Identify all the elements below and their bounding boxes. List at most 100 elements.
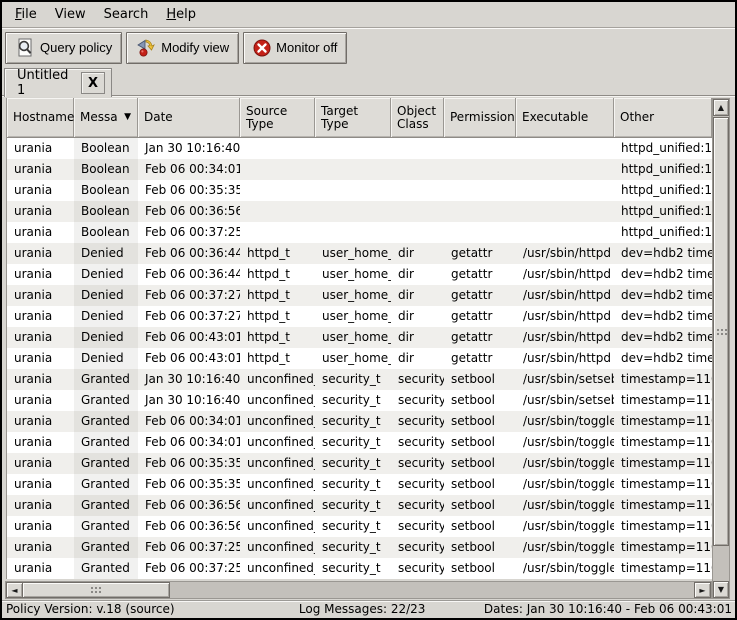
table-cell: Feb 06 00:37:27 bbox=[138, 306, 240, 327]
table-cell: urania bbox=[7, 222, 74, 243]
table-cell: dir bbox=[391, 306, 444, 327]
table-cell: Granted bbox=[74, 432, 138, 453]
table-cell: timestamp=11071 bbox=[614, 369, 712, 390]
table-row[interactable]: uraniaGrantedFeb 06 00:35:35unconfined_s… bbox=[7, 453, 712, 474]
menu-help[interactable]: Help bbox=[157, 4, 205, 25]
table-cell: urania bbox=[7, 474, 74, 495]
horizontal-scrollbar-thumb[interactable] bbox=[22, 582, 170, 598]
menu-file[interactable]: File bbox=[6, 4, 46, 25]
menu-view[interactable]: View bbox=[46, 4, 95, 25]
table-row[interactable]: uraniaGrantedFeb 06 00:37:25unconfined_s… bbox=[7, 537, 712, 558]
table-cell: security bbox=[391, 369, 444, 390]
tab-close-button[interactable]: X bbox=[81, 72, 105, 94]
table-cell: Boolean bbox=[74, 180, 138, 201]
thumb-grip bbox=[91, 587, 93, 589]
table-cell: user_home_ bbox=[315, 327, 391, 348]
table-row[interactable]: uraniaGrantedFeb 06 00:36:56unconfined_s… bbox=[7, 516, 712, 537]
table-cell: security_t bbox=[315, 474, 391, 495]
table-row[interactable]: uraniaDeniedFeb 06 00:43:01httpd_tuser_h… bbox=[7, 327, 712, 348]
table-cell: Feb 06 00:35:35 bbox=[138, 474, 240, 495]
table-cell: dev=hdb2 timesta bbox=[614, 285, 712, 306]
table-cell: urania bbox=[7, 306, 74, 327]
column-header-source-type[interactable]: Source Type bbox=[240, 98, 315, 137]
table-row[interactable]: uraniaGrantedJan 30 10:16:40unconfined_s… bbox=[7, 390, 712, 411]
table-row[interactable]: uraniaGrantedFeb 06 00:34:01unconfined_s… bbox=[7, 411, 712, 432]
horizontal-scrollbar[interactable]: ◄ ► bbox=[5, 581, 712, 599]
table-cell: dev=hdb2 timesta bbox=[614, 348, 712, 369]
table-cell: Granted bbox=[74, 537, 138, 558]
table-row[interactable]: uraniaDeniedFeb 06 00:36:44httpd_tuser_h… bbox=[7, 264, 712, 285]
table-cell: Jan 30 10:16:40 bbox=[138, 390, 240, 411]
table-row[interactable]: uraniaGrantedFeb 06 00:34:01unconfined_s… bbox=[7, 432, 712, 453]
table-cell: httpd_t bbox=[240, 348, 315, 369]
table-cell: unconfined_ bbox=[240, 558, 315, 579]
table-row[interactable]: uraniaDeniedFeb 06 00:36:44httpd_tuser_h… bbox=[7, 243, 712, 264]
table-cell: httpd_t bbox=[240, 285, 315, 306]
table-row[interactable]: uraniaBooleanFeb 06 00:37:25httpd_unifie… bbox=[7, 222, 712, 243]
column-header-permission[interactable]: Permission bbox=[444, 98, 516, 137]
table-cell: /usr/sbin/toggle bbox=[516, 558, 614, 579]
table-cell: Granted bbox=[74, 558, 138, 579]
modify-view-button[interactable]: Modify view bbox=[126, 32, 239, 64]
scroll-left-icon: ◄ bbox=[11, 586, 17, 595]
table-row[interactable]: uraniaGrantedFeb 06 00:35:35unconfined_s… bbox=[7, 474, 712, 495]
column-header-executable[interactable]: Executable bbox=[516, 98, 614, 137]
column-header-date[interactable]: Date bbox=[138, 98, 240, 137]
vertical-scrollbar-thumb[interactable] bbox=[713, 117, 729, 546]
table-cell: dir bbox=[391, 264, 444, 285]
table-row[interactable]: uraniaDeniedFeb 06 00:37:27httpd_tuser_h… bbox=[7, 285, 712, 306]
column-header-message[interactable]: Messa▼ bbox=[74, 98, 138, 137]
table-cell: urania bbox=[7, 495, 74, 516]
scroll-down-button[interactable]: ▼ bbox=[713, 581, 729, 598]
table-row[interactable]: uraniaDeniedFeb 06 00:43:01httpd_tuser_h… bbox=[7, 348, 712, 369]
table-row[interactable]: uraniaBooleanFeb 06 00:36:56httpd_unifie… bbox=[7, 201, 712, 222]
table-row[interactable]: uraniaBooleanFeb 06 00:34:01httpd_unifie… bbox=[7, 159, 712, 180]
close-icon: X bbox=[88, 76, 98, 91]
table-cell bbox=[315, 159, 391, 180]
table-cell: setbool bbox=[444, 558, 516, 579]
table-cell: urania bbox=[7, 432, 74, 453]
table-cell: unconfined_ bbox=[240, 537, 315, 558]
table-row[interactable]: uraniaGrantedFeb 06 00:36:56unconfined_s… bbox=[7, 495, 712, 516]
vertical-scrollbar[interactable]: ▲ ▼ bbox=[712, 98, 730, 599]
table-row[interactable]: uraniaBooleanFeb 06 00:35:35httpd_unifie… bbox=[7, 180, 712, 201]
table-cell: Feb 06 00:36:56 bbox=[138, 201, 240, 222]
table-cell: dev=hdb2 timesta bbox=[614, 327, 712, 348]
query-policy-button[interactable]: Query policy bbox=[5, 32, 122, 64]
table-cell bbox=[391, 222, 444, 243]
scroll-up-button[interactable]: ▲ bbox=[713, 99, 729, 116]
table-cell: user_home_ bbox=[315, 348, 391, 369]
table-cell: setbool bbox=[444, 474, 516, 495]
table-cell: urania bbox=[7, 285, 74, 306]
scroll-left-button[interactable]: ◄ bbox=[6, 582, 23, 598]
table-cell: Feb 06 00:34:01 bbox=[138, 411, 240, 432]
scroll-down-icon: ▼ bbox=[718, 585, 724, 594]
table-cell: Granted bbox=[74, 390, 138, 411]
column-header-target-type[interactable]: Target Type bbox=[315, 98, 391, 137]
table-cell bbox=[444, 222, 516, 243]
table-cell: httpd_t bbox=[240, 327, 315, 348]
table-cell bbox=[444, 201, 516, 222]
column-header-other[interactable]: Other bbox=[614, 98, 712, 137]
table-row[interactable]: uraniaDeniedFeb 06 00:37:27httpd_tuser_h… bbox=[7, 306, 712, 327]
query-policy-icon bbox=[15, 38, 35, 58]
table-cell: Feb 06 00:34:01 bbox=[138, 432, 240, 453]
monitor-off-button[interactable]: Monitor off bbox=[243, 32, 347, 64]
table-row[interactable]: uraniaGrantedJan 30 10:16:40unconfined_s… bbox=[7, 369, 712, 390]
table-cell: timestamp=11076 bbox=[614, 411, 712, 432]
table-cell: setbool bbox=[444, 516, 516, 537]
table-cell: Denied bbox=[74, 306, 138, 327]
log-table: Hostname Messa▼ Date Source Type Target … bbox=[6, 98, 712, 579]
column-header-hostname[interactable]: Hostname bbox=[7, 98, 74, 137]
table-cell bbox=[315, 180, 391, 201]
table-cell: security_t bbox=[315, 516, 391, 537]
table-row[interactable]: uraniaBooleanJan 30 10:16:40httpd_unifie… bbox=[7, 138, 712, 159]
scroll-right-button[interactable]: ► bbox=[694, 582, 711, 598]
table-row[interactable]: uraniaGrantedFeb 06 00:37:25unconfined_s… bbox=[7, 558, 712, 579]
column-header-object-class[interactable]: Object Class bbox=[391, 98, 444, 137]
table-cell: Granted bbox=[74, 453, 138, 474]
table-cell: timestamp=11076 bbox=[614, 495, 712, 516]
menu-search[interactable]: Search bbox=[95, 4, 158, 25]
table-cell: Feb 06 00:35:35 bbox=[138, 180, 240, 201]
tab-untitled-1[interactable]: Untitled 1 X bbox=[4, 68, 112, 97]
